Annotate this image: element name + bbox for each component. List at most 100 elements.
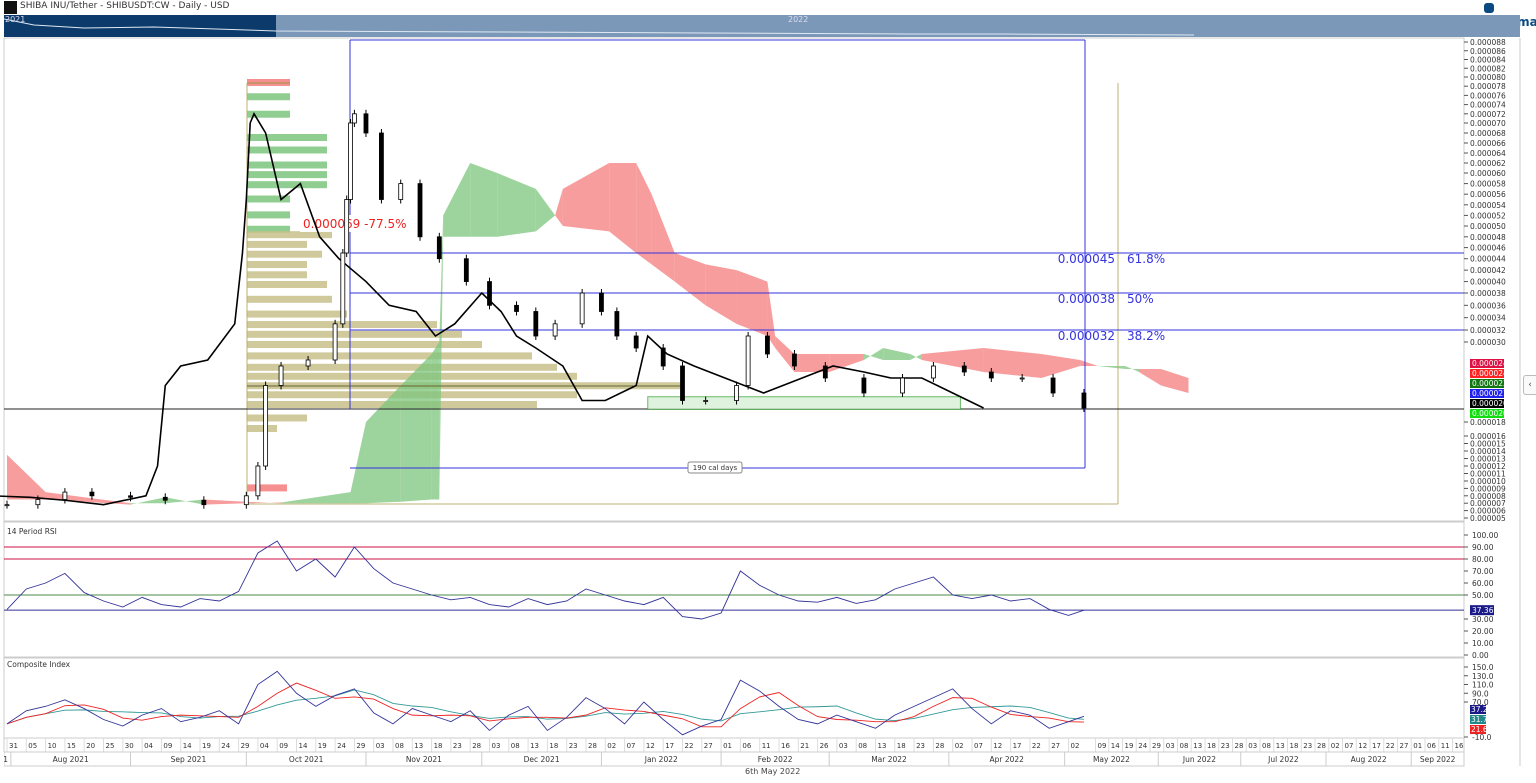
price-tick-label: 0.000072 — [1470, 110, 1506, 119]
ichimoku-cloud-segment — [535, 188, 556, 232]
ichimoku-cloud-segment — [281, 492, 351, 504]
price-badge-label: 0.000020 — [1472, 399, 1508, 408]
price-tick-label: 0.000066 — [1470, 139, 1506, 148]
candle — [332, 323, 338, 361]
volume-profile-bar — [247, 181, 327, 189]
composite-index-line — [6, 670, 1085, 736]
month-label: Nov 2021 — [406, 755, 442, 764]
candle — [201, 499, 207, 506]
month-label: Sep 2021 — [171, 755, 207, 764]
day-label: 24 — [1138, 742, 1147, 750]
price-tick-label: 0.000086 — [1470, 47, 1506, 56]
month-label: Aug 2021 — [53, 755, 89, 764]
volume-profile-bar — [247, 134, 327, 141]
day-label: 08 — [858, 742, 867, 750]
candle — [680, 365, 685, 401]
price-tick-label: 0.000076 — [1470, 91, 1506, 100]
ichimoku-cloud-segment — [1080, 360, 1098, 366]
price-badge-label: 0.000024 — [1472, 359, 1508, 368]
day-label: 26 — [820, 742, 829, 750]
candle — [861, 377, 867, 394]
day-label: 03 — [839, 742, 848, 750]
month-label: Jul 2022 — [1267, 755, 1299, 764]
volume-profile-bar — [247, 250, 322, 258]
candle — [278, 365, 284, 386]
day-label: 09 — [279, 742, 288, 750]
day-label: 22 — [685, 742, 694, 750]
chart-canvas[interactable]: 190 cal days 0.000045 61.8% 0.000038 50% 0.00… — [0, 0, 1536, 783]
volume-profile-bar — [247, 363, 557, 371]
rsi-tick-label: 10.00 — [1472, 639, 1494, 648]
candle — [263, 385, 269, 467]
ichimoku-cloud-segment — [1097, 366, 1126, 369]
day-label: 07 — [974, 742, 983, 750]
price-tick-label: 0.000048 — [1470, 233, 1506, 242]
price-tick-label: 0.000042 — [1470, 266, 1506, 275]
day-label: 11 — [762, 742, 771, 750]
day-label: 13 — [878, 742, 887, 750]
composite-title: Composite Index — [7, 660, 71, 669]
day-label: 08 — [395, 742, 404, 750]
rsi-tick-label: 90.00 — [1472, 543, 1494, 552]
volume-profile-bar — [247, 146, 327, 154]
day-label: 27 — [1400, 742, 1409, 750]
composite-panel — [3, 657, 1465, 739]
day-label: 20 — [86, 742, 95, 750]
volume-profile-bar — [247, 240, 307, 248]
chevron-left-icon[interactable]: ‹ — [1523, 375, 1536, 395]
volume-profile-bar — [247, 484, 287, 492]
volume-profile-bar — [247, 341, 482, 348]
candle — [436, 236, 442, 260]
composite-tick-label: 90.0 — [1472, 689, 1489, 698]
day-label: 03 — [1248, 742, 1257, 750]
price-tick-label: 0.000030 — [1470, 338, 1506, 347]
day-label: 16 — [1455, 742, 1464, 750]
price-tick-label: 0.000034 — [1470, 314, 1506, 323]
price-badge-label: 0.000023 — [1472, 379, 1508, 388]
day-label: 27 — [704, 742, 713, 750]
volume-profile-bar — [247, 414, 307, 422]
time-axis-mask — [0, 752, 4, 766]
candle — [463, 258, 469, 282]
day-label: 16 — [781, 742, 790, 750]
candle — [614, 311, 620, 337]
candle — [822, 365, 828, 379]
price-tick-label: 0.000046 — [1470, 244, 1506, 253]
day-label: 23 — [1303, 742, 1312, 750]
price-tick-label: 0.000038 — [1470, 289, 1506, 298]
rsi-tick-label: 50.00 — [1472, 591, 1494, 600]
month-label: Apr 2022 — [990, 755, 1025, 764]
month-label: Dec 2021 — [524, 755, 560, 764]
volume-profile-bar — [247, 261, 307, 268]
day-label: 24 — [337, 742, 346, 750]
day-label: 30 — [125, 742, 134, 750]
candle — [900, 377, 905, 394]
day-label: 13 — [1193, 742, 1202, 750]
candle — [162, 496, 168, 501]
price-tick-label: 0.000088 — [1470, 38, 1506, 47]
price-tick-label: 0.000064 — [1470, 149, 1506, 158]
candle — [243, 495, 249, 506]
candle — [363, 113, 369, 134]
ichimoku-cloud-segment — [863, 348, 884, 360]
volume-profile-bar — [247, 352, 532, 360]
composite-tick-label: 150.0 — [1472, 663, 1494, 672]
price-tick-label: 0.000040 — [1470, 278, 1506, 287]
day-label: 12 — [646, 742, 655, 750]
ichimoku-cloud-segment — [910, 354, 922, 360]
day-label: 08 — [1180, 742, 1189, 750]
day-label: 05 — [28, 742, 37, 750]
candle — [344, 199, 350, 254]
day-label: 13 — [1276, 742, 1285, 750]
drawdown-label: 0.000069 -77.5% — [303, 217, 407, 231]
candle — [35, 499, 41, 506]
ichimoku-cloud-segment — [651, 194, 675, 282]
day-label: 28 — [1235, 742, 1244, 750]
volume-profile-bar — [247, 310, 347, 318]
rsi-badge-label: 37.36 — [1472, 606, 1494, 615]
candle — [4, 504, 10, 507]
price-badge-label: 0.000024 — [1472, 369, 1508, 378]
rsi-panel — [3, 521, 1465, 658]
day-label: 18 — [1290, 742, 1299, 750]
candle — [1081, 392, 1087, 409]
